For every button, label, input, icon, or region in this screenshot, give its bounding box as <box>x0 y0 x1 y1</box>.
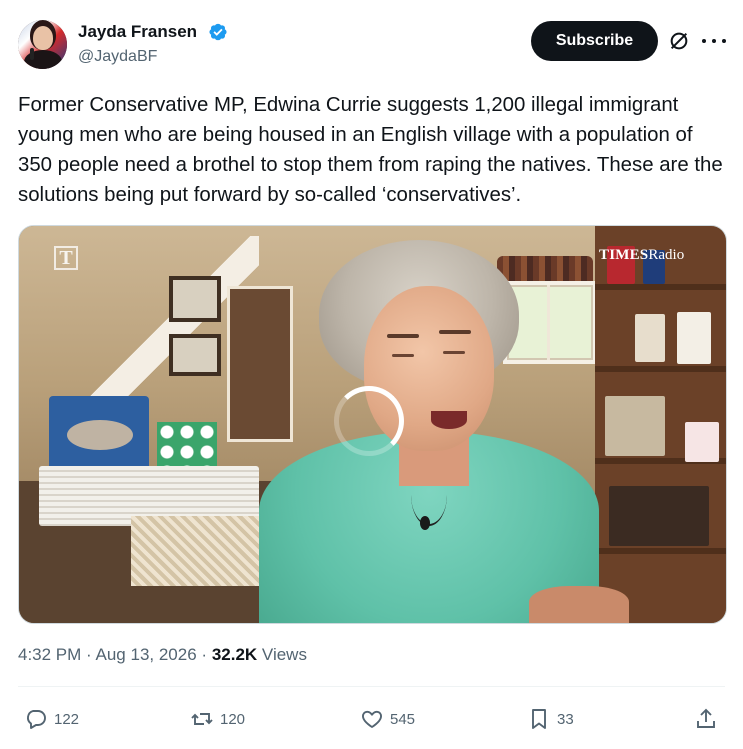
share-icon <box>697 708 715 728</box>
verified-badge-icon[interactable] <box>208 22 228 42</box>
heart-icon <box>362 710 382 728</box>
repost-button[interactable]: 120 <box>190 706 245 732</box>
tweet-date[interactable]: Aug 13, 2026 <box>96 645 197 664</box>
author-avatar[interactable] <box>18 20 67 69</box>
subscribe-button[interactable]: Subscribe <box>531 21 658 61</box>
wall-picture <box>169 276 221 322</box>
bookmark-count: 33 <box>557 710 574 728</box>
loading-spinner-icon <box>334 386 404 456</box>
views-label: Views <box>261 645 307 664</box>
author-name[interactable]: Jayda Fransen <box>78 22 197 42</box>
eyebrow <box>387 334 419 338</box>
wall-picture <box>169 334 221 376</box>
closed-eye <box>392 354 414 357</box>
meta-separator: · <box>86 645 92 664</box>
bookmark-button[interactable]: 33 <box>527 706 574 732</box>
views-count: 32.2K <box>211 645 258 664</box>
pendant <box>420 516 430 530</box>
bookmark-icon <box>532 709 546 729</box>
tweet-text: Former Conservative MP, Edwina Currie su… <box>18 94 723 206</box>
repost-icon <box>191 713 213 725</box>
times-radio-watermark: TIMESRadio <box>599 247 684 264</box>
like-button[interactable]: 545 <box>360 706 415 732</box>
tweet-timestamp: 4:32 PM · Aug 13, 2026 · 32.2K Views <box>18 645 307 665</box>
person-mouth <box>431 411 467 429</box>
brand-regular: Radio <box>648 247 685 263</box>
share-button[interactable] <box>694 706 718 732</box>
reply-icon <box>27 710 46 729</box>
person-hand <box>529 586 629 623</box>
necklace <box>411 464 447 526</box>
grok-icon[interactable] <box>668 30 690 52</box>
author-handle[interactable]: @JaydaBF <box>78 48 157 66</box>
video-player[interactable]: T TIMESRadio <box>18 225 727 624</box>
more-options-icon[interactable] <box>702 30 726 52</box>
reply-button[interactable]: 122 <box>24 706 79 732</box>
like-count: 545 <box>390 710 416 728</box>
reply-count: 122 <box>54 710 80 728</box>
divider <box>18 686 725 687</box>
door-background <box>227 286 293 442</box>
closed-eye <box>443 351 465 354</box>
times-t-logo: T <box>54 246 78 270</box>
repost-count: 120 <box>220 710 246 728</box>
eyebrow <box>439 330 471 334</box>
brand-bold: TIMES <box>599 247 649 263</box>
tweet-time[interactable]: 4:32 PM <box>18 645 81 664</box>
bookshelf <box>595 226 726 623</box>
green-bag <box>157 422 217 470</box>
meta-separator: · <box>201 645 208 664</box>
